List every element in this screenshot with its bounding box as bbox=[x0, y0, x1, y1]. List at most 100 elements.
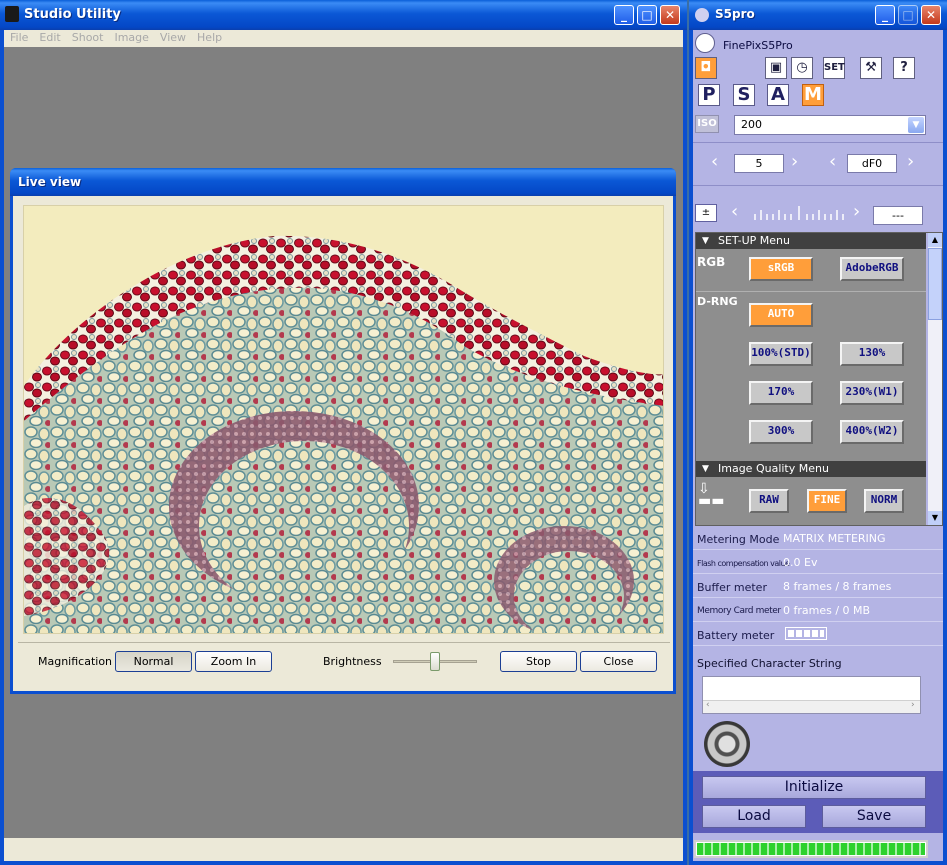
aperture-decrease-icon[interactable]: ‹ bbox=[829, 152, 836, 172]
image-quality-menu-header[interactable]: ▼ Image Quality Menu bbox=[696, 461, 926, 477]
collapse-icon: ▼ bbox=[702, 464, 709, 474]
scroll-up-icon[interactable]: ▲ bbox=[928, 233, 942, 247]
exposure-increase-icon[interactable]: › bbox=[853, 202, 860, 222]
drng-auto-button[interactable]: AUTO bbox=[749, 303, 813, 327]
camera-icon[interactable]: ◘ bbox=[695, 57, 717, 79]
drng-100-button[interactable]: 100%(STD) bbox=[749, 342, 813, 366]
info-value: MATRIX METERING bbox=[783, 532, 886, 545]
battery-level-fill bbox=[788, 630, 824, 637]
iso-select[interactable]: 200 ▼ bbox=[734, 115, 926, 135]
chevron-down-icon[interactable]: ▼ bbox=[908, 117, 924, 133]
info-label: Battery meter bbox=[697, 629, 775, 642]
exposure-scale-icon bbox=[754, 206, 844, 220]
info-label: Flash compensation value bbox=[697, 559, 790, 568]
camera-info-panel: Metering Mode MATRIX METERING Flash comp… bbox=[693, 527, 943, 647]
aperture-increase-icon[interactable]: › bbox=[907, 152, 914, 172]
s5pro-window-title: S5pro bbox=[715, 7, 755, 21]
wrench-icon[interactable]: ⚒ bbox=[860, 57, 882, 79]
divider bbox=[693, 185, 943, 186]
info-row-memory-card: Memory Card meter 0 frames / 0 MB bbox=[693, 599, 943, 622]
setup-scrollbar[interactable]: ▲ ▼ bbox=[928, 233, 942, 525]
load-button[interactable]: Load bbox=[702, 805, 806, 828]
quality-norm-button[interactable]: NORM bbox=[864, 489, 904, 513]
menu-image[interactable]: Image bbox=[114, 30, 148, 45]
s5pro-title-bar[interactable]: S5pro _ □ ✕ bbox=[689, 0, 947, 30]
s5pro-close-button[interactable]: ✕ bbox=[921, 5, 941, 25]
menu-shoot[interactable]: Shoot bbox=[72, 30, 104, 45]
menu-help[interactable]: Help bbox=[197, 30, 222, 45]
studio-menu-bar: File Edit Shoot Image View Help bbox=[4, 30, 683, 47]
info-row-buffer: Buffer meter 8 frames / 8 frames bbox=[693, 575, 943, 598]
connection-progress-bar bbox=[694, 840, 928, 858]
studio-maximize-button[interactable]: □ bbox=[637, 5, 657, 25]
mode-m-button[interactable]: M bbox=[802, 84, 824, 106]
char-string-label: Specified Character String bbox=[697, 657, 842, 670]
quality-fine-button[interactable]: FINE bbox=[807, 489, 847, 513]
info-label: Buffer meter bbox=[697, 581, 767, 594]
scroll-right-icon[interactable]: › bbox=[911, 700, 915, 710]
quality-raw-button[interactable]: RAW bbox=[749, 489, 789, 513]
timer-icon[interactable]: ◷ bbox=[791, 57, 813, 79]
drng-230-button[interactable]: 230%(W1) bbox=[840, 381, 904, 405]
stop-button[interactable]: Stop bbox=[500, 651, 577, 672]
drng-130-button[interactable]: 130% bbox=[840, 342, 904, 366]
camera-settings-icon[interactable]: ▣ bbox=[765, 57, 787, 79]
divider bbox=[696, 291, 926, 292]
mode-s-button[interactable]: S bbox=[733, 84, 755, 106]
mode-a-button[interactable]: A bbox=[767, 84, 789, 106]
initialize-button[interactable]: Initialize bbox=[702, 776, 926, 799]
live-view-title-bar[interactable]: Live view bbox=[10, 168, 676, 196]
drng-300-button[interactable]: 300% bbox=[749, 420, 813, 444]
live-view-body: Magnification Normal Zoom In Brightness … bbox=[13, 196, 673, 691]
char-string-hscrollbar[interactable]: ‹ › bbox=[703, 700, 920, 713]
divider bbox=[693, 142, 943, 143]
menu-edit[interactable]: Edit bbox=[39, 30, 60, 45]
drng-170-button[interactable]: 170% bbox=[749, 381, 813, 405]
aperture-value-field: dF0 bbox=[847, 154, 897, 173]
info-label: Metering Mode bbox=[697, 533, 780, 546]
zoom-in-button[interactable]: Zoom In bbox=[195, 651, 272, 672]
camera-name: FinePixS5Pro bbox=[723, 39, 793, 52]
brightness-slider-thumb[interactable] bbox=[430, 652, 440, 671]
exposure-comp-icon: ± bbox=[695, 204, 717, 222]
menu-file[interactable]: File bbox=[10, 30, 28, 45]
s5pro-app-icon bbox=[695, 8, 709, 22]
setup-menu-header[interactable]: ▼ SET-UP Menu bbox=[696, 233, 926, 249]
drng-label: D-RNG bbox=[697, 295, 738, 308]
info-row-battery: Battery meter bbox=[693, 623, 943, 646]
info-value: 0 frames / 0 MB bbox=[783, 604, 871, 617]
studio-minimize-button[interactable]: _ bbox=[614, 5, 634, 25]
set-icon[interactable]: SET bbox=[823, 57, 845, 79]
scroll-left-icon[interactable]: ‹ bbox=[706, 700, 710, 710]
shutter-increase-icon[interactable]: › bbox=[791, 152, 798, 172]
quality-icon: ⇩ ▬▬ bbox=[698, 481, 725, 509]
save-button[interactable]: Save bbox=[822, 805, 926, 828]
char-string-input[interactable]: ‹ › bbox=[702, 676, 921, 714]
scrollbar-thumb[interactable] bbox=[928, 248, 942, 320]
progress-fill bbox=[697, 843, 925, 855]
shutter-decrease-icon[interactable]: ‹ bbox=[711, 152, 718, 172]
help-icon[interactable]: ? bbox=[893, 57, 915, 79]
s5pro-minimize-button[interactable]: _ bbox=[875, 5, 895, 25]
s5pro-panel: FinePixS5Pro ◘ ▣ ◷ SET ⚒ ? P S A M ISO 2… bbox=[693, 30, 943, 861]
menu-view[interactable]: View bbox=[160, 30, 186, 45]
brightness-label: Brightness bbox=[323, 655, 382, 668]
info-label: Memory Card meter bbox=[697, 606, 781, 616]
live-view-controls: Magnification Normal Zoom In Brightness … bbox=[18, 642, 670, 682]
live-view-title: Live view bbox=[18, 175, 82, 189]
normal-button[interactable]: Normal bbox=[115, 651, 192, 672]
microscope-specimen-image bbox=[24, 206, 663, 633]
shutter-release-icon[interactable] bbox=[704, 721, 750, 767]
close-button[interactable]: Close bbox=[580, 651, 657, 672]
scroll-down-icon[interactable]: ▼ bbox=[928, 511, 942, 525]
adobergb-button[interactable]: AdobeRGB bbox=[840, 257, 904, 281]
mode-p-button[interactable]: P bbox=[698, 84, 720, 106]
setup-scroll-area: ▼ SET-UP Menu RGB sRGB AdobeRGB D-RNG AU… bbox=[695, 232, 943, 526]
exposure-decrease-icon[interactable]: ‹ bbox=[731, 202, 738, 222]
studio-close-button[interactable]: ✕ bbox=[660, 5, 680, 25]
drng-400-button[interactable]: 400%(W2) bbox=[840, 420, 904, 444]
srgb-button[interactable]: sRGB bbox=[749, 257, 813, 281]
studio-title-bar[interactable]: Studio Utility _ □ ✕ bbox=[0, 0, 687, 30]
magnification-label: Magnification bbox=[38, 655, 113, 668]
char-string-section: Specified Character String ‹ › bbox=[693, 650, 943, 771]
